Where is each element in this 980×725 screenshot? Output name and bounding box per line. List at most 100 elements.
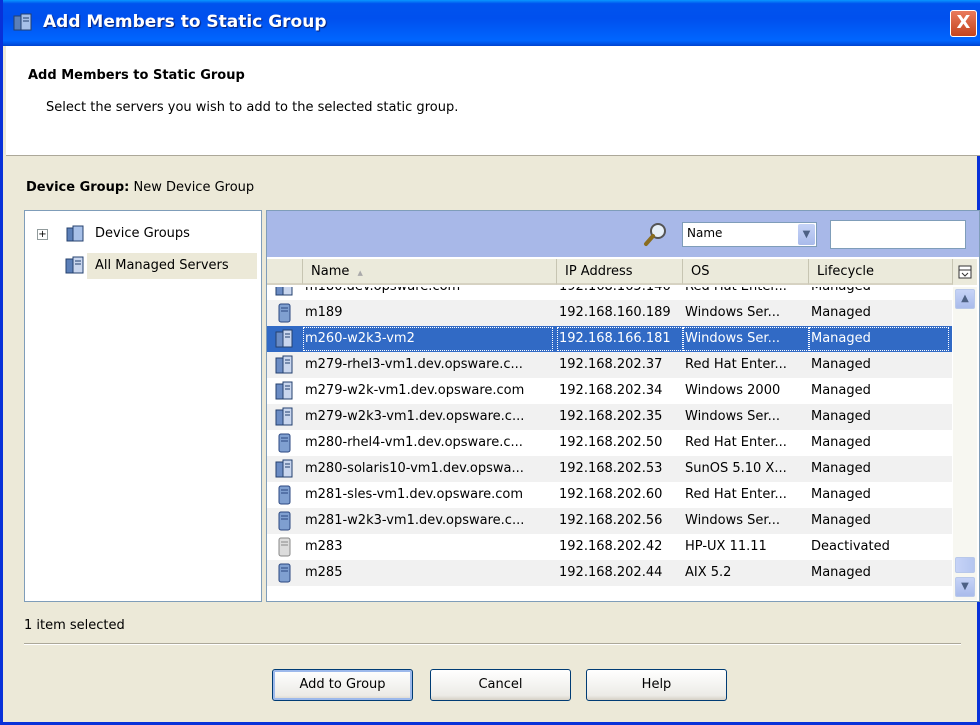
table-row[interactable]: m260-w2k3-vm2 192.168.166.181 Windows Ser.… — [267, 326, 952, 352]
cell-os: Red Hat Enter... — [685, 435, 787, 450]
cell-os: HP-UX 11.11 — [685, 539, 767, 554]
cell-lifecycle: Managed — [811, 435, 871, 450]
table-row[interactable]: m180.dev.opsware.com 192.168.165.146 Red H… — [267, 287, 952, 300]
cell-lifecycle: Managed — [811, 513, 871, 528]
add-to-group-button[interactable]: Add to Group — [272, 669, 413, 701]
close-button[interactable]: X — [950, 10, 977, 37]
filter-field-value: Name — [687, 226, 723, 240]
table-row[interactable]: m279-w2k-vm1.dev.opsware.com 192.168.202.… — [267, 378, 952, 404]
cell-ip: 192.168.202.60 — [559, 487, 663, 502]
server-icon — [278, 433, 291, 453]
cell-ip: 192.168.202.44 — [559, 565, 663, 580]
sort-ascending-icon: ▲ — [357, 269, 363, 277]
cell-lifecycle: Managed — [811, 357, 871, 372]
server-cluster-icon — [275, 329, 293, 348]
search-icon[interactable] — [643, 221, 669, 247]
device-group-label: Device Group: New Device Group — [26, 180, 254, 195]
server-deactivated-icon — [278, 537, 291, 557]
expand-icon[interactable]: + — [37, 229, 48, 240]
cell-ip: 192.168.165.146 — [559, 287, 681, 300]
cell-ip: 192.168.202.34 — [559, 383, 663, 398]
table-row[interactable]: m279-rhel3-vm1.dev.opsware.c... 192.168.2… — [267, 352, 952, 378]
cell-lifecycle: Managed — [811, 487, 871, 502]
status-text: 1 item selected — [24, 618, 125, 633]
cell-lifecycle: Managed — [811, 287, 947, 300]
column-header-os[interactable]: OS — [683, 259, 809, 285]
column-header-icon[interactable] — [267, 259, 303, 285]
cell-os: Windows 2000 — [685, 383, 781, 398]
cell-name: m279-rhel3-vm1.dev.opsware.c... — [305, 357, 523, 372]
server-table-panel: Name ▼ Name ▲ IP Address OS Lifecycle m1… — [266, 210, 980, 602]
cancel-button[interactable]: Cancel — [430, 669, 571, 701]
cell-ip: 192.168.202.56 — [559, 513, 663, 528]
divider — [24, 643, 961, 645]
tree-item-device-groups[interactable]: + Device Groups — [25, 221, 261, 247]
table-row[interactable]: m281-w2k3-vm1.dev.opsware.c... 192.168.20… — [267, 508, 952, 534]
title-bar[interactable]: Add Members to Static Group X — [3, 0, 980, 46]
filter-field-select[interactable]: Name ▼ — [682, 222, 817, 247]
cell-lifecycle: Deactivated — [811, 539, 890, 554]
device-tree: + Device Groups All Managed Servers — [24, 210, 262, 602]
cell-lifecycle: Managed — [811, 409, 871, 424]
device-group-caption: Device Group: — [26, 180, 130, 195]
table-row[interactable]: m283 192.168.202.42 HP-UX 11.11 Deactivated — [267, 534, 952, 560]
cell-lifecycle: Managed — [811, 305, 871, 320]
cell-name: m189 — [305, 305, 343, 320]
cell-focus-outline — [683, 327, 809, 351]
filter-toolbar: Name ▼ — [267, 211, 979, 257]
table-row[interactable]: m285 192.168.202.44 AIX 5.2 Managed — [267, 560, 952, 586]
server-group-icon — [65, 256, 84, 274]
cell-name: m283 — [305, 539, 343, 554]
table-row[interactable]: m280-rhel4-vm1.dev.opsware.c... 192.168.2… — [267, 430, 952, 456]
cell-focus-outline — [303, 327, 553, 351]
cell-os: SunOS 5.10 X... — [685, 461, 787, 476]
cell-lifecycle: Managed — [811, 565, 871, 580]
cell-os: Windows Ser... — [685, 305, 780, 320]
cell-name: m279-w2k-vm1.dev.opsware.com — [305, 383, 525, 398]
folder-servers-icon — [66, 225, 84, 242]
scroll-thumb[interactable] — [955, 557, 975, 573]
column-name-label: Name — [311, 264, 350, 279]
vertical-scrollbar[interactable]: ▲ ▼ — [953, 287, 977, 600]
table-row[interactable]: m279-w2k3-vm1.dev.opsware.c... 192.168.20… — [267, 404, 952, 430]
server-icon — [278, 511, 291, 531]
server-cluster-icon — [275, 407, 293, 426]
cell-ip: 192.168.202.50 — [559, 435, 663, 450]
server-icon — [278, 303, 291, 323]
column-chooser-icon[interactable] — [953, 259, 977, 285]
cell-ip: 192.168.202.42 — [559, 539, 663, 554]
cell-os: Windows Ser... — [685, 409, 780, 424]
header-subtitle: Select the servers you wish to add to th… — [46, 100, 459, 115]
table-body: m180.dev.opsware.com 192.168.165.146 Red H… — [267, 287, 952, 600]
cell-name: m280-rhel4-vm1.dev.opsware.c... — [305, 435, 523, 450]
scroll-down-button[interactable]: ▼ — [955, 577, 975, 597]
server-cluster-icon — [275, 287, 293, 296]
cell-focus-outline — [557, 327, 683, 351]
chevron-down-icon[interactable]: ▼ — [798, 224, 815, 245]
tree-item-all-managed-servers[interactable]: All Managed Servers — [25, 253, 261, 279]
cell-name: m180.dev.opsware.com — [305, 287, 551, 300]
column-header-ip[interactable]: IP Address — [557, 259, 683, 285]
scroll-up-button[interactable]: ▲ — [955, 289, 975, 309]
column-os-label: OS — [691, 264, 710, 279]
cell-ip: 192.168.202.37 — [559, 357, 663, 372]
cell-name: m281-sles-vm1.dev.opsware.com — [305, 487, 524, 502]
column-header-name[interactable]: Name ▲ — [303, 259, 557, 285]
table-row[interactable]: m280-solaris10-vm1.dev.opswa... 192.168.2… — [267, 456, 952, 482]
table-row[interactable]: m189 192.168.160.189 Windows Ser... Managed — [267, 300, 952, 326]
cell-name: m281-w2k3-vm1.dev.opsware.c... — [305, 513, 525, 528]
server-icon — [278, 485, 291, 505]
cell-name: m279-w2k3-vm1.dev.opsware.c... — [305, 409, 525, 424]
help-button[interactable]: Help — [586, 669, 727, 701]
cell-name: m285 — [305, 565, 343, 580]
filter-input[interactable] — [830, 220, 966, 249]
tree-item-label: Device Groups — [95, 226, 190, 241]
server-icon — [278, 563, 291, 583]
column-lifecycle-label: Lifecycle — [817, 264, 875, 279]
column-ip-label: IP Address — [565, 264, 633, 279]
column-header-lifecycle[interactable]: Lifecycle — [809, 259, 953, 285]
server-cluster-icon — [275, 459, 293, 478]
cell-lifecycle: Managed — [811, 461, 871, 476]
table-row[interactable]: m281-sles-vm1.dev.opsware.com 192.168.202… — [267, 482, 952, 508]
cell-focus-outline — [809, 327, 949, 351]
